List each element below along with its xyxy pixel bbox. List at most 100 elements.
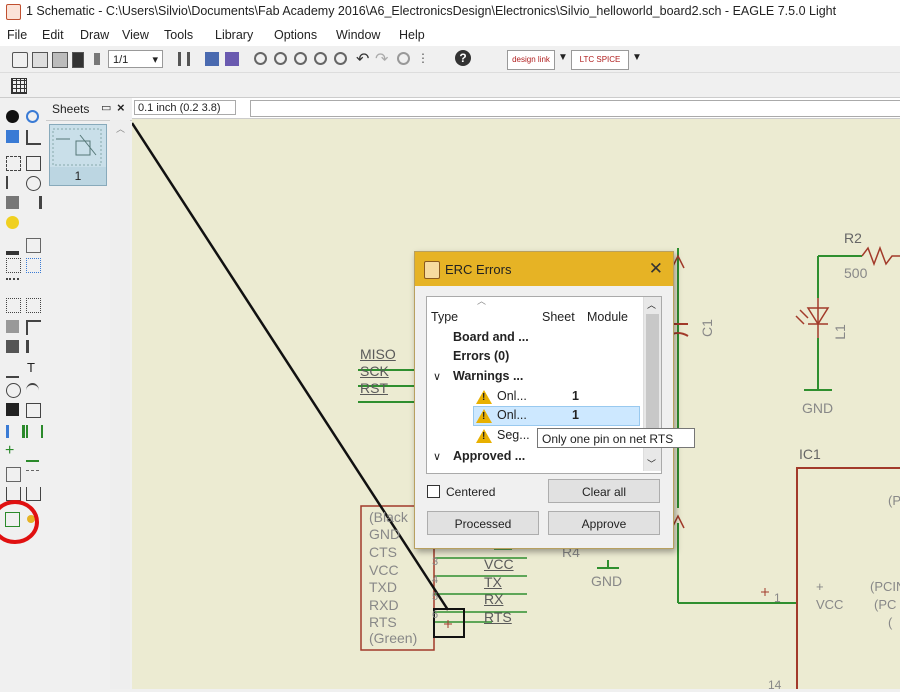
command-input[interactable]	[250, 100, 900, 117]
design-link-button[interactable]: design link	[507, 50, 555, 70]
chevron-down-icon[interactable]: ∨	[433, 370, 441, 383]
arc-icon[interactable]	[26, 383, 39, 398]
attribute-icon[interactable]	[6, 467, 21, 482]
text-icon[interactable]: T	[27, 360, 35, 375]
tree-item-warnings[interactable]: Warnings ...	[453, 369, 523, 383]
value-icon[interactable]	[26, 298, 41, 313]
smash-icon[interactable]	[6, 320, 19, 333]
save-icon[interactable]	[32, 52, 48, 68]
change-icon[interactable]	[26, 196, 42, 209]
go-icon[interactable]: ⋮	[417, 51, 429, 65]
bus-icon[interactable]	[6, 425, 25, 438]
menu-options[interactable]: Options	[274, 28, 317, 42]
dialog-title-bar[interactable]: ERC Errors ✕	[415, 252, 673, 286]
ltspice-button[interactable]: LTC SPICE	[571, 50, 629, 70]
zoom-redraw-icon[interactable]	[314, 52, 327, 65]
chevron-down-icon[interactable]: ▼	[632, 52, 642, 63]
centered-checkbox[interactable]	[427, 485, 440, 498]
menu-tools[interactable]: Tools	[164, 28, 193, 42]
copy-icon[interactable]	[26, 156, 41, 171]
dimension-icon[interactable]	[26, 470, 39, 484]
redo-icon[interactable]: ↷	[375, 49, 388, 69]
tree-item-warning-3[interactable]: Seg...	[497, 428, 530, 442]
rotate-icon[interactable]	[26, 176, 41, 191]
name-icon[interactable]	[6, 298, 21, 313]
tree-item-warning-1[interactable]: Onl...	[497, 389, 527, 403]
add-icon[interactable]	[26, 238, 41, 253]
sheet-icon[interactable]	[94, 53, 100, 65]
net-label-rts[interactable]: RTS	[484, 609, 512, 625]
circle-icon[interactable]	[6, 383, 21, 398]
undo-icon[interactable]: ↶	[356, 49, 369, 69]
paste-icon[interactable]	[6, 216, 19, 229]
scroll-thumb[interactable]	[646, 314, 659, 432]
cam-icon[interactable]	[72, 52, 84, 68]
chevron-down-icon[interactable]: ﹀	[647, 457, 656, 470]
tree-item-board[interactable]: Board and ...	[453, 330, 529, 344]
float-icon[interactable]: ▭	[101, 101, 111, 114]
close-icon[interactable]: ×	[117, 100, 125, 115]
net-icon[interactable]	[26, 425, 43, 438]
chevron-down-icon[interactable]: ∨	[433, 450, 441, 463]
split-icon[interactable]	[6, 340, 19, 353]
mark-icon[interactable]	[26, 130, 41, 145]
replace-icon[interactable]	[6, 278, 19, 293]
print-icon[interactable]	[52, 52, 68, 68]
column-sheet[interactable]: Sheet	[542, 310, 575, 324]
use-icon[interactable]	[178, 52, 190, 66]
menu-file[interactable]: File	[7, 28, 27, 42]
switch-icon[interactable]	[225, 52, 239, 66]
net-label-tx[interactable]: TX	[484, 574, 502, 590]
pinswap-icon[interactable]	[6, 258, 21, 273]
tree-item-approved[interactable]: Approved ...	[453, 449, 525, 463]
show-icon[interactable]	[26, 110, 39, 123]
column-module[interactable]: Module	[587, 310, 628, 324]
tree-item-warning-2[interactable]: Onl...	[497, 408, 527, 422]
zoom-out-icon[interactable]	[294, 52, 307, 65]
open-icon[interactable]	[12, 52, 28, 68]
menu-library[interactable]: Library	[215, 28, 253, 42]
menu-help[interactable]: Help	[399, 28, 425, 42]
invoke-icon[interactable]	[26, 340, 42, 353]
group-icon[interactable]	[6, 196, 19, 209]
sheet-select[interactable]: 1/1 ▾	[108, 50, 163, 68]
stop-icon[interactable]	[397, 52, 410, 65]
clear-all-button[interactable]: Clear all	[548, 479, 660, 503]
close-icon[interactable]: ✕	[649, 259, 663, 279]
zoom-select-icon[interactable]	[334, 52, 347, 65]
mirror-icon[interactable]	[6, 176, 21, 189]
net-label-rst[interactable]: RST	[360, 380, 388, 396]
board-icon[interactable]	[205, 52, 219, 66]
label-icon[interactable]	[26, 447, 39, 462]
info-icon[interactable]	[6, 110, 19, 123]
gateswap-icon[interactable]	[26, 258, 41, 273]
net-label-rx[interactable]: RX	[484, 591, 503, 607]
wire-icon[interactable]	[6, 363, 19, 378]
junction-icon[interactable]: +	[5, 442, 14, 460]
net-label-vcc[interactable]: VCC	[484, 556, 514, 572]
menu-draw[interactable]: Draw	[80, 28, 109, 42]
display-icon[interactable]	[6, 130, 19, 143]
menu-edit[interactable]: Edit	[42, 28, 64, 42]
zoom-in-icon[interactable]	[274, 52, 287, 65]
sheet-thumbnail[interactable]: 1	[49, 124, 107, 186]
approve-button[interactable]: Approve	[548, 511, 660, 535]
zoom-fit-icon[interactable]	[254, 52, 267, 65]
delete-icon[interactable]	[6, 238, 19, 255]
net-label-miso[interactable]: MISO	[360, 346, 396, 362]
move-icon[interactable]	[6, 156, 21, 171]
column-type[interactable]: Type	[431, 310, 458, 324]
grid-icon[interactable]	[11, 78, 27, 94]
polygon-icon[interactable]	[26, 403, 41, 418]
tree-item-errors[interactable]: Errors (0)	[453, 349, 509, 363]
chevron-up-icon[interactable]: ︿	[116, 122, 125, 135]
help-icon[interactable]: ?	[455, 50, 471, 66]
net-label-sck[interactable]: SCK	[360, 363, 389, 379]
menu-window[interactable]: Window	[336, 28, 380, 42]
chevron-up-icon[interactable]: ︿	[647, 298, 656, 311]
rect-icon[interactable]	[6, 403, 19, 416]
menu-view[interactable]: View	[122, 28, 149, 42]
miter-icon[interactable]	[26, 320, 41, 335]
sheets-scrollbar[interactable]: ︿	[110, 120, 130, 689]
processed-button[interactable]: Processed	[427, 511, 539, 535]
